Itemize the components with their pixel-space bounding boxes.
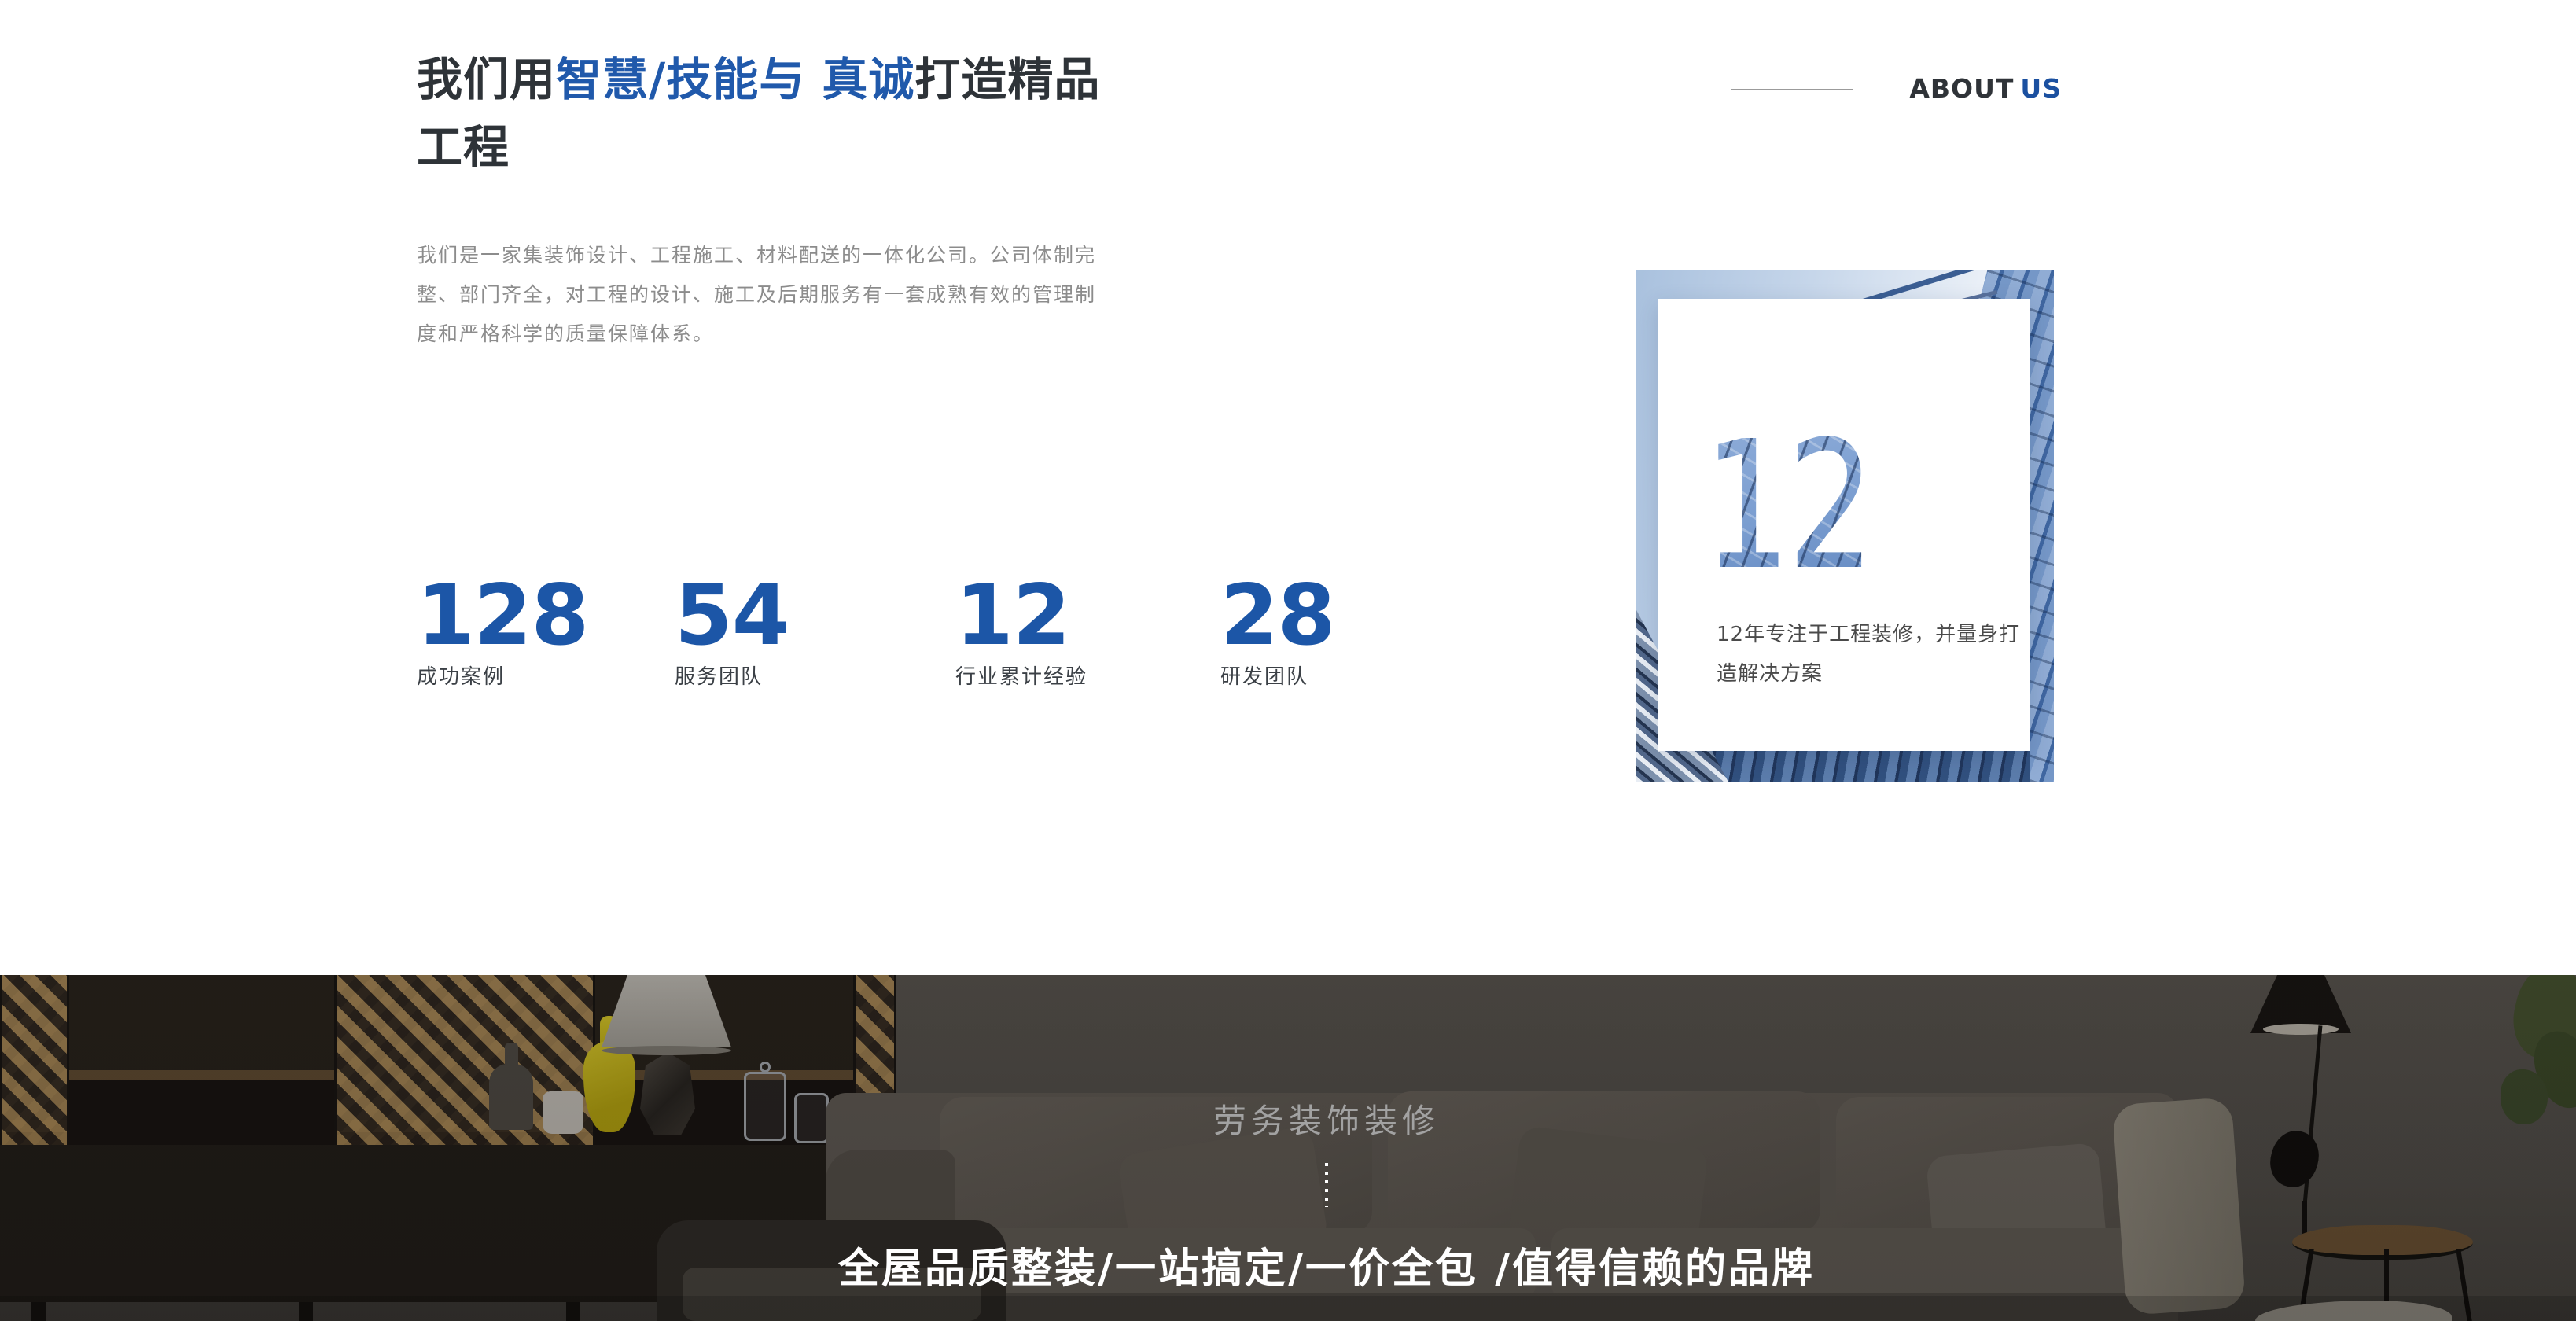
stat-value: 12 <box>955 574 1087 657</box>
company-description: 我们是一家集装饰设计、工程施工、材料配送的一体化公司。公司体制完整、部门齐全，对… <box>417 236 1109 354</box>
stat-label: 服务团队 <box>675 660 789 690</box>
stat-label: 成功案例 <box>417 660 588 690</box>
stat-item-rd-team: 28 研发团队 <box>1220 574 1335 690</box>
stat-item-experience: 12 行业累计经验 <box>955 574 1087 690</box>
bottom-banner: 劳务装饰装修 全屋品质整装/一站搞定/一价全包 /值得信赖的品牌 <box>0 975 2576 1321</box>
stat-label: 研发团队 <box>1220 660 1335 690</box>
years-number: 12 <box>1703 418 1871 595</box>
label-divider-line <box>1731 89 1853 90</box>
section-heading: 我们用智慧/技能与 真诚打造精品工程 <box>417 46 1124 181</box>
about-word: ABOUT <box>1909 73 2014 104</box>
banner-title: 全屋品质整装/一站搞定/一价全包 /值得信赖的品牌 <box>697 1235 1956 1294</box>
stat-value: 28 <box>1220 574 1335 657</box>
feature-white-card: 12 12年专注于工程装修，并量身打造解决方案 <box>1658 299 2030 751</box>
about-photo-card: 12 12年专注于工程装修，并量身打造解决方案 <box>1636 270 2054 782</box>
dotted-line-indicator <box>1325 1163 1328 1207</box>
about-us-label: ABOUTUS <box>1731 72 2062 104</box>
stat-item-cases: 128 成功案例 <box>417 574 588 690</box>
feature-caption: 12年专注于工程装修，并量身打造解决方案 <box>1717 615 2025 694</box>
stat-value: 54 <box>675 574 789 657</box>
stat-label: 行业累计经验 <box>955 660 1087 690</box>
us-word: US <box>2020 73 2062 104</box>
stat-value: 128 <box>417 574 588 657</box>
banner-category: 劳务装饰装修 <box>697 1095 1956 1143</box>
about-us-text: ABOUTUS <box>1909 73 2062 104</box>
page: 我们用智慧/技能与 真诚打造精品工程 ABOUTUS 我们是一家集装饰设计、工程… <box>0 0 2576 1321</box>
banner-caption: 劳务装饰装修 全屋品质整装/一站搞定/一价全包 /值得信赖的品牌 <box>697 1095 1956 1291</box>
heading-prefix: 我们用 <box>417 53 556 106</box>
stat-item-service-team: 54 服务团队 <box>675 574 789 690</box>
about-section: 我们用智慧/技能与 真诚打造精品工程 ABOUTUS 我们是一家集装饰设计、工程… <box>0 0 2576 975</box>
heading-highlight: 智慧/技能与 真诚 <box>556 53 914 106</box>
